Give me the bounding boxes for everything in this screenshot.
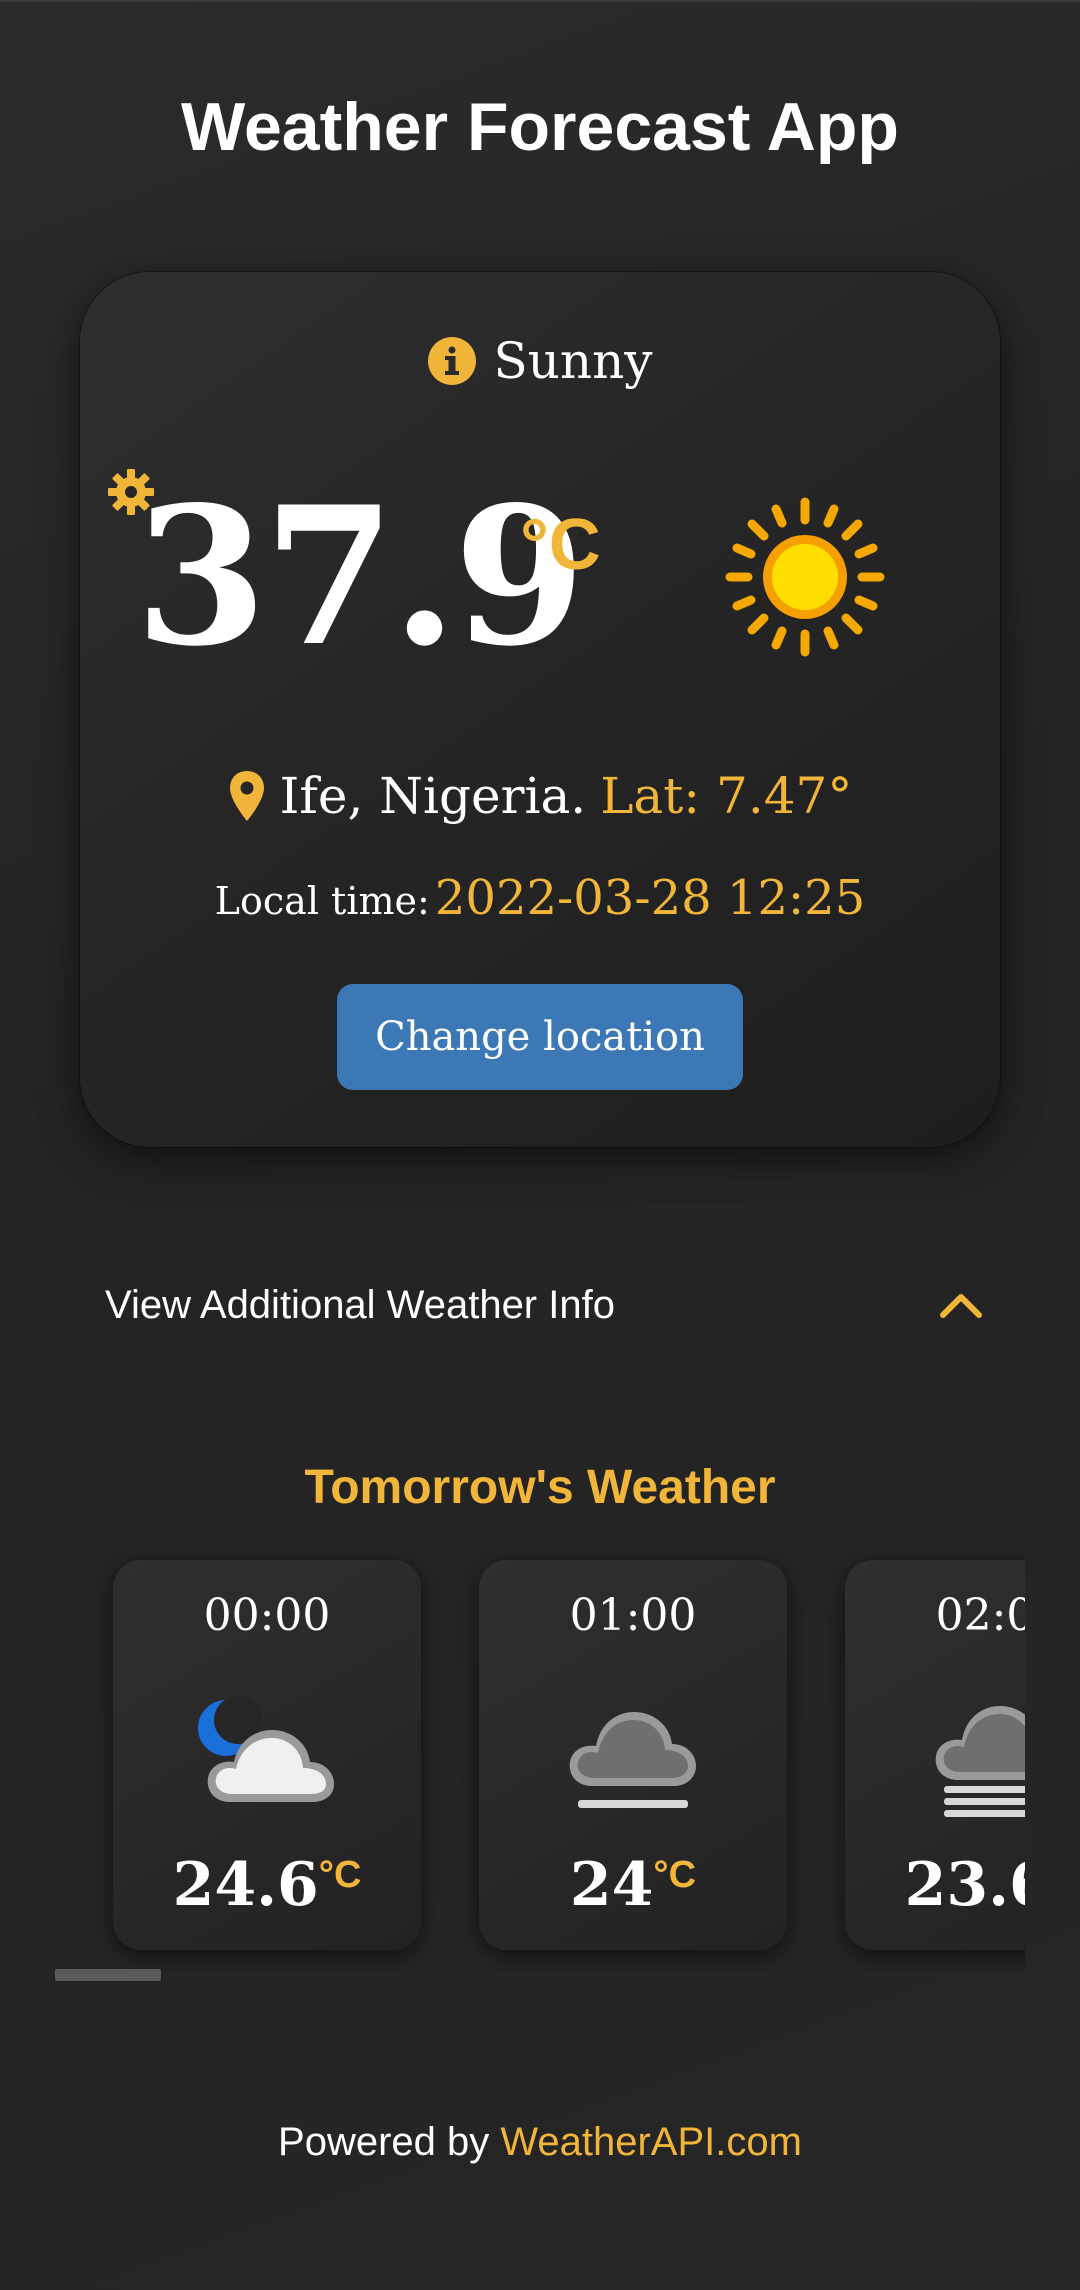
local-time-label: Local time: — [214, 879, 430, 923]
location-row: Ife, Nigeria. Lat: 7.47° — [80, 767, 1000, 825]
footer-prefix: Powered by — [278, 2120, 501, 2164]
hour-time: 00:00 — [203, 1590, 331, 1641]
info-icon — [428, 337, 477, 385]
hour-time: 01:00 — [569, 1590, 697, 1641]
weatherapi-link[interactable]: WeatherAPI.com — [500, 2120, 802, 2164]
hour-time: 02:00 — [935, 1590, 1025, 1641]
map-pin-icon — [229, 771, 264, 821]
hourly-card: 02:00 23.6°C — [845, 1560, 1025, 1950]
hour-temp: 23.6°C — [845, 1850, 1025, 1920]
hourly-card: 00:00 24.6°C — [113, 1560, 421, 1950]
latitude: Lat: 7.47° — [600, 767, 853, 825]
current-weather-card: Sunny 37.9 °C Ife, Nigeria. Lat: 7.47° L… — [80, 272, 1000, 1147]
current-temperature: 37.9 — [135, 465, 586, 688]
additional-info-toggle[interactable]: View Additional Weather Info — [105, 1265, 985, 1345]
hour-temp-value: 23.6 — [904, 1850, 1025, 1920]
horizontal-scrollbar[interactable] — [55, 1969, 161, 1981]
change-location-button[interactable]: Change location — [337, 984, 743, 1090]
top-divider — [0, 0, 1080, 2]
hour-temp-value: 24 — [569, 1850, 654, 1920]
partly-cloudy-night-icon — [198, 1696, 334, 1802]
hour-temp: 24.6°C — [113, 1850, 421, 1920]
additional-info-label: View Additional Weather Info — [105, 1282, 615, 1327]
chevron-up-icon[interactable] — [937, 1289, 985, 1321]
hour-temp: 24°C — [479, 1850, 787, 1920]
mist-icon — [569, 1712, 696, 1808]
hourly-forecast-scroller[interactable]: 00:00 24.6°C 01:00 24°C 02:00 — [55, 1552, 1025, 1972]
fog-icon — [935, 1706, 1025, 1817]
hour-temp-unit: °C — [653, 1854, 697, 1896]
hour-temp-value: 24.6 — [172, 1850, 319, 1920]
sun-icon — [725, 497, 885, 657]
tomorrow-title: Tomorrow's Weather — [304, 1461, 776, 1514]
condition-text: Sunny — [493, 332, 653, 390]
hourly-card: 01:00 24°C — [479, 1560, 787, 1950]
temperature-unit: °C — [520, 505, 601, 585]
local-time-row: Local time: 2022-03-28 12:25 — [80, 870, 1000, 926]
hour-temp-unit: °C — [318, 1854, 362, 1896]
app-title: Weather Forecast App — [181, 89, 899, 165]
location-name: Ife, Nigeria. — [279, 767, 587, 825]
condition-row: Sunny — [80, 332, 1000, 390]
local-time-value: 2022-03-28 12:25 — [434, 870, 866, 926]
footer: Powered by WeatherAPI.com — [0, 2120, 1080, 2165]
